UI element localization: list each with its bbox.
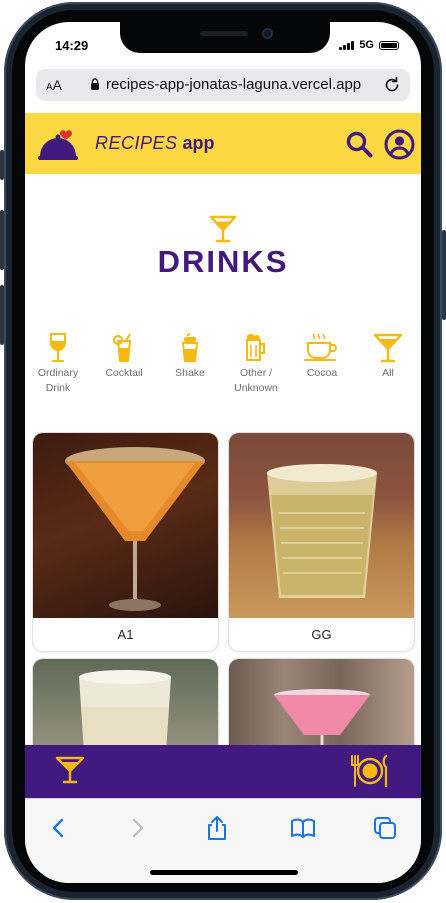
- recipe-card[interactable]: A1: [33, 433, 218, 651]
- back-icon[interactable]: [45, 814, 73, 842]
- power-button: [442, 230, 446, 320]
- category-button-ordinary-drink[interactable]: Ordinary Drink: [25, 332, 91, 396]
- cloche-heart-logo-icon: [38, 130, 78, 160]
- volume-up-button: [0, 210, 4, 270]
- recipe-name: A1: [117, 627, 134, 642]
- category-button-cocoa[interactable]: Cocoa: [289, 332, 355, 381]
- recipe-image: [229, 433, 414, 618]
- forward-icon[interactable]: [123, 814, 151, 842]
- speaker: [200, 31, 248, 36]
- martini-icon: [209, 215, 237, 243]
- text-size-button[interactable]: AA: [46, 77, 62, 93]
- category-button-other-unknown[interactable]: Other / Unknown: [223, 332, 289, 396]
- app-header: RECIPES app: [25, 113, 421, 174]
- screen: 14:29 5G AA recipes-app-jonatas-laguna.v…: [25, 22, 421, 883]
- front-camera: [262, 28, 273, 39]
- hot-cup-icon: [304, 333, 337, 361]
- cocktail-photo: [267, 464, 377, 598]
- recipe-card[interactable]: GG: [229, 433, 414, 651]
- status-time: 14:29: [55, 38, 89, 53]
- wine-glass-icon: [50, 333, 66, 362]
- home-indicator[interactable]: [150, 870, 298, 875]
- tabs-icon[interactable]: [371, 814, 399, 842]
- cocktail-photo: [65, 447, 205, 611]
- category-label: Cocktail: [105, 367, 143, 379]
- category-label: All: [382, 367, 394, 379]
- reload-icon[interactable]: [382, 75, 402, 95]
- category-label: Other / Unknown: [234, 367, 278, 394]
- signal-icon: [339, 40, 355, 50]
- meals-nav-icon[interactable]: [349, 754, 391, 788]
- category-button-all[interactable]: All: [355, 332, 421, 381]
- lock-icon: [91, 78, 99, 90]
- martini-icon: [373, 333, 403, 363]
- beer-mug-icon: [246, 333, 265, 361]
- recipe-image: [33, 433, 218, 618]
- brand-name: RECIPES app: [95, 133, 215, 154]
- mute-switch: [0, 150, 4, 180]
- category-label: Cocoa: [306, 367, 338, 379]
- category-label: Ordinary Drink: [37, 367, 79, 394]
- address-bar[interactable]: AA recipes-app-jonatas-laguna.vercel.app: [36, 69, 410, 101]
- brand-name-italic: RECIPES: [95, 133, 178, 153]
- profile-icon[interactable]: [384, 129, 415, 160]
- search-icon[interactable]: [345, 130, 373, 158]
- url-text[interactable]: recipes-app-jonatas-laguna.vercel.app: [106, 76, 361, 93]
- brand-name-bold: app: [182, 133, 215, 153]
- bottom-nav: [25, 745, 421, 798]
- battery-icon: [379, 40, 399, 50]
- volume-down-button: [0, 285, 4, 345]
- network-type: 5G: [359, 39, 374, 51]
- category-filter-bar: Ordinary Drink Cocktail Shake Other / Un…: [25, 332, 421, 412]
- bookmarks-icon[interactable]: [289, 814, 317, 842]
- status-indicators: 5G: [339, 39, 399, 51]
- drinks-nav-icon[interactable]: [55, 755, 85, 785]
- category-button-shake[interactable]: Shake: [157, 332, 223, 381]
- notch: [120, 22, 330, 53]
- recipe-name: GG: [311, 627, 332, 642]
- category-button-cocktail[interactable]: Cocktail: [91, 332, 157, 381]
- page-title: DRINKS: [157, 244, 289, 279]
- share-icon[interactable]: [203, 814, 231, 842]
- shake-icon: [181, 333, 199, 362]
- category-label: Shake: [175, 367, 205, 379]
- cocktail-icon: [113, 333, 132, 362]
